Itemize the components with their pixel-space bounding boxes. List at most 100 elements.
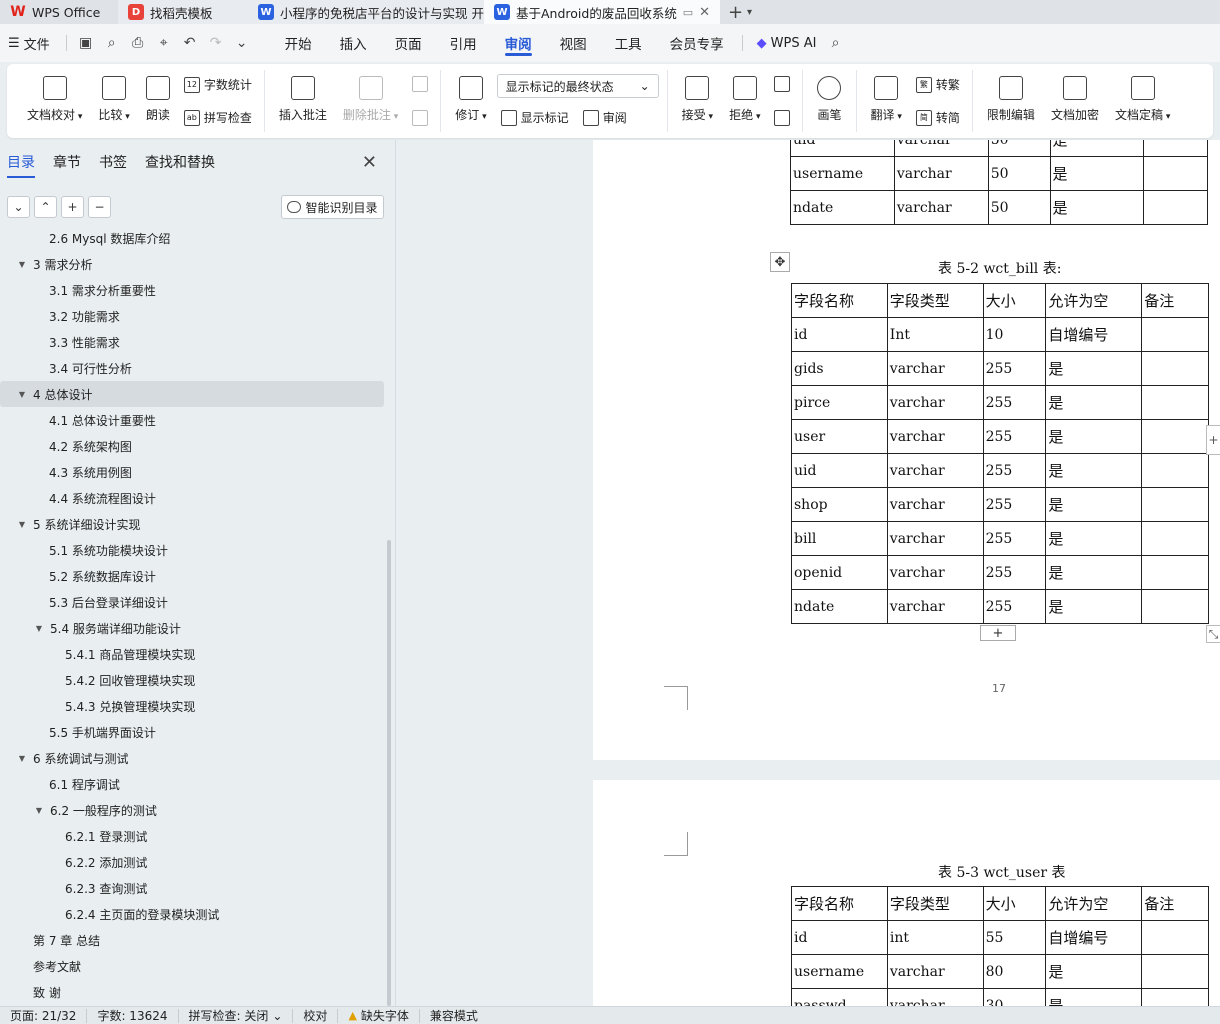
table-cell[interactable] — [1143, 190, 1208, 225]
table-cell[interactable]: 255 — [982, 555, 1047, 590]
table-header-cell[interactable]: 大小 — [982, 886, 1047, 921]
encrypt-button[interactable]: 文档加密 — [1045, 70, 1105, 132]
collapse-up-button[interactable]: ⌃ — [34, 196, 57, 218]
table-cell[interactable]: varchar — [886, 954, 984, 989]
toc-item[interactable]: 6.2.4 主页面的登录模块测试 — [0, 901, 384, 927]
table-header-cell[interactable]: 允许为空 — [1045, 886, 1143, 921]
toc-item[interactable]: 6.2.3 查询测试 — [0, 875, 384, 901]
table-cell[interactable]: ndate — [791, 589, 888, 624]
table-header-cell[interactable]: 允许为空 — [1045, 283, 1143, 318]
toc-item[interactable]: 致 谢 — [0, 979, 384, 1005]
table-cell[interactable]: varchar — [886, 487, 984, 522]
finalize-button[interactable]: 文档定稿 — [1109, 70, 1176, 132]
spell-check-button[interactable]: ab 拼写检查 — [180, 107, 256, 128]
toc-item[interactable]: 5.4.2 回收管理模块实现 — [0, 667, 384, 693]
table-cell[interactable]: openid — [791, 555, 888, 590]
revise-button[interactable]: 修订 — [449, 70, 492, 132]
table-cell[interactable]: 255 — [982, 385, 1047, 420]
table-header-cell[interactable]: 大小 — [982, 283, 1047, 318]
table-cell[interactable] — [1141, 317, 1209, 352]
tab-home[interactable]: 开始 — [271, 24, 326, 62]
table-cell[interactable]: 是 — [1045, 988, 1143, 1006]
table-cell[interactable] — [1141, 351, 1209, 386]
expand-triangle-icon[interactable]: ▼ — [16, 754, 28, 763]
table-cell[interactable]: 255 — [982, 351, 1047, 386]
toc-item[interactable]: ▼ 6 系统调试与测试 — [0, 745, 384, 771]
table-header-cell[interactable]: 备注 — [1141, 283, 1209, 318]
compare-button[interactable]: 比较 — [92, 70, 135, 132]
toc-item[interactable]: 5.5 手机端界面设计 — [0, 719, 384, 745]
tab-document-2[interactable]: W 基于Android的废品回收系统的 ▭ ✕ — [484, 0, 720, 24]
prev-comment-button[interactable] — [408, 74, 432, 94]
add-row-button[interactable]: + — [980, 625, 1016, 641]
wps-ai-button[interactable]: ◆ WPS AI — [757, 36, 817, 51]
table-header-cell[interactable]: 字段名称 — [791, 886, 888, 921]
table-cell[interactable]: user — [791, 419, 888, 454]
to-simplified-button[interactable]: 简 转简 — [912, 107, 964, 128]
table-cell[interactable]: 255 — [982, 521, 1047, 556]
undo-icon[interactable]: ↶ — [179, 32, 201, 54]
table-cell[interactable]: 是 — [1045, 555, 1143, 590]
share-icon[interactable]: ⌕ — [101, 32, 123, 54]
table-cell[interactable]: varchar — [886, 453, 984, 488]
table-cell[interactable]: 是 — [1049, 190, 1145, 225]
tab-member[interactable]: 会员专享 — [656, 24, 738, 62]
toc-item[interactable]: 第 7 章 总结 — [0, 927, 384, 953]
toc-item[interactable]: ▼ 4 总体设计 — [0, 381, 384, 407]
table-cell[interactable]: 50 — [987, 140, 1051, 157]
close-icon[interactable]: ✕ — [362, 152, 377, 173]
expand-triangle-icon[interactable]: ▼ — [16, 520, 28, 529]
table-cell[interactable]: uid — [791, 453, 888, 488]
expand-triangle-icon[interactable]: ▼ — [16, 390, 28, 399]
toc-scrollbar[interactable] — [387, 540, 391, 1006]
toc-item[interactable]: ▼ 5.4 服务端详细功能设计 — [0, 615, 384, 641]
table-cell[interactable] — [1141, 954, 1209, 989]
table-cell[interactable]: ndate — [790, 190, 895, 225]
table-cell[interactable]: 自增编号 — [1045, 920, 1143, 955]
review-pane-button[interactable]: 审阅 — [579, 107, 631, 128]
to-traditional-button[interactable]: 繁 转繁 — [912, 74, 964, 95]
tab-document-1[interactable]: W 小程序的免税店平台的设计与实现 开题 — [248, 0, 484, 24]
table-cell[interactable]: uid — [790, 140, 895, 157]
table-cell[interactable]: 50 — [987, 190, 1051, 225]
save-icon[interactable]: ▣ — [75, 32, 97, 54]
doc-check-button[interactable]: 文档校对 — [21, 70, 88, 132]
table-cell[interactable] — [1143, 156, 1208, 191]
new-tab-button[interactable]: + ▾ — [720, 0, 760, 24]
insert-comment-button[interactable]: 插入批注 — [273, 70, 333, 132]
table-cell[interactable]: varchar — [893, 156, 989, 191]
monitor-icon[interactable]: ▭ — [683, 6, 693, 19]
table-cell[interactable]: 50 — [987, 156, 1051, 191]
toc-item[interactable]: 6.1 程序调试 — [0, 771, 384, 797]
table-header-cell[interactable]: 备注 — [1141, 886, 1209, 921]
restrict-edit-button[interactable]: 限制编辑 — [981, 70, 1041, 132]
show-markup-button[interactable]: 显示标记 — [497, 107, 573, 128]
expand-triangle-icon[interactable]: ▼ — [16, 260, 28, 269]
more-chevron-icon[interactable]: ⌄ — [231, 32, 253, 54]
word-count-button[interactable]: 12 字数统计 — [180, 74, 256, 95]
toc-item[interactable]: 3.4 可行性分析 — [0, 355, 384, 381]
translate-button[interactable]: 翻译 — [865, 70, 908, 132]
table-cell[interactable]: 是 — [1045, 487, 1143, 522]
tab-find-template[interactable]: D 找稻壳模板 — [118, 0, 248, 24]
chevron-down-icon[interactable]: ▾ — [747, 7, 752, 18]
toc-item[interactable]: 2.6 Mysql 数据库介绍 — [0, 229, 384, 251]
file-menu[interactable]: ☰ 文件 — [8, 34, 58, 53]
table-cell[interactable]: 10 — [982, 317, 1047, 352]
toc-item[interactable]: ▼ 6.2 一般程序的测试 — [0, 797, 384, 823]
next-comment-button[interactable] — [408, 108, 432, 128]
table-cell[interactable] — [1141, 385, 1209, 420]
toc-item[interactable]: 4.3 系统用例图 — [0, 459, 384, 485]
table-cell[interactable] — [1141, 487, 1209, 522]
table-cell[interactable]: 255 — [982, 589, 1047, 624]
table-cell[interactable]: 55 — [982, 920, 1047, 955]
table-cell[interactable] — [1141, 589, 1209, 624]
resize-handle-icon[interactable]: ⤡ — [1206, 625, 1220, 643]
table-cell[interactable] — [1141, 920, 1209, 955]
read-aloud-button[interactable]: 朗读 — [140, 70, 176, 132]
table-cell[interactable]: bill — [791, 521, 888, 556]
tab-references[interactable]: 引用 — [436, 24, 491, 62]
table-cell[interactable]: varchar — [886, 351, 984, 386]
table-cell[interactable]: 是 — [1049, 140, 1145, 157]
status-word-count[interactable]: 字数: 13624 — [87, 1008, 179, 1023]
